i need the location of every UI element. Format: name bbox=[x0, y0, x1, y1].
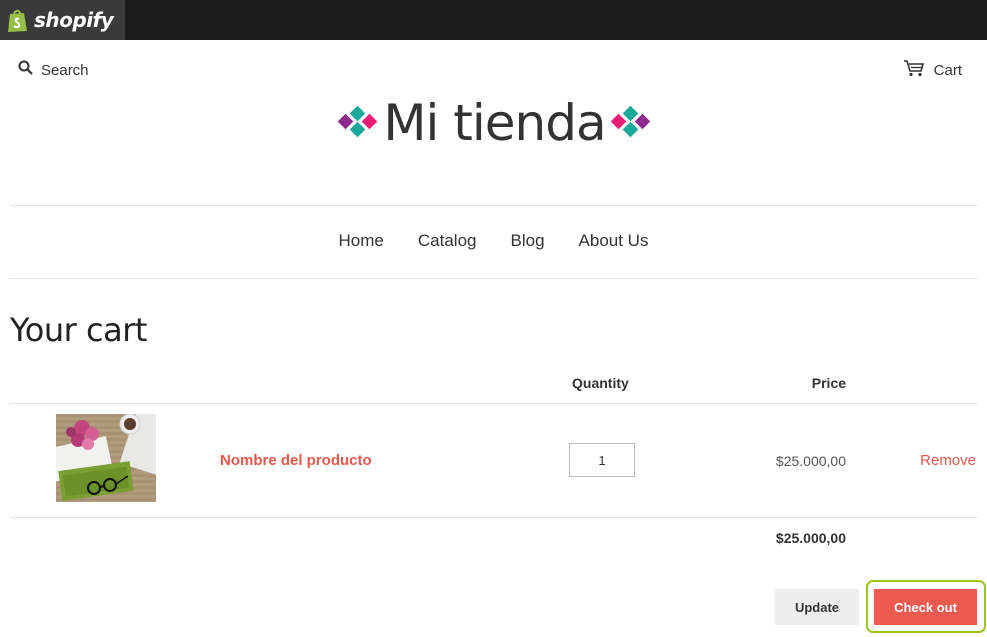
search-link[interactable]: Search bbox=[18, 60, 89, 80]
cart-icon bbox=[903, 59, 925, 82]
update-button[interactable]: Update bbox=[775, 589, 859, 625]
nav-item-catalog[interactable]: Catalog bbox=[401, 231, 494, 251]
cart-label: Cart bbox=[933, 62, 962, 79]
product-name-link[interactable]: Nombre del producto bbox=[220, 452, 372, 469]
logo-diamond-icon bbox=[337, 105, 379, 142]
item-price: $25.000,00 bbox=[775, 453, 846, 469]
cart-link[interactable]: Cart bbox=[903, 59, 962, 82]
divider bbox=[10, 278, 977, 279]
shopify-wordmark: shopify bbox=[34, 8, 114, 32]
divider bbox=[10, 517, 977, 518]
nav-item-about-us[interactable]: About Us bbox=[562, 231, 666, 251]
logo-diamond-icon bbox=[610, 105, 652, 142]
shopify-bag-icon bbox=[7, 8, 29, 32]
page-title: Your cart bbox=[10, 311, 147, 349]
product-image[interactable] bbox=[56, 414, 156, 502]
divider bbox=[10, 403, 977, 404]
search-icon bbox=[18, 60, 33, 80]
remove-link[interactable]: Remove bbox=[920, 452, 976, 469]
search-label: Search bbox=[41, 61, 89, 79]
store-logo[interactable]: Mi tienda bbox=[332, 90, 657, 156]
divider bbox=[10, 205, 977, 206]
quantity-input[interactable] bbox=[569, 443, 635, 477]
shopify-logo[interactable]: shopify bbox=[0, 0, 125, 40]
column-header-price: Price bbox=[811, 375, 846, 391]
nav-item-blog[interactable]: Blog bbox=[494, 231, 562, 251]
admin-bar: shopify bbox=[0, 0, 987, 40]
checkout-button[interactable]: Check out bbox=[874, 589, 977, 625]
cart-total: $25.000,00 bbox=[775, 530, 846, 546]
nav-item-home[interactable]: Home bbox=[322, 231, 401, 251]
store-name: Mi tienda bbox=[383, 94, 606, 152]
column-header-quantity: Quantity bbox=[572, 375, 629, 391]
main-nav: Home Catalog Blog About Us bbox=[0, 231, 987, 251]
